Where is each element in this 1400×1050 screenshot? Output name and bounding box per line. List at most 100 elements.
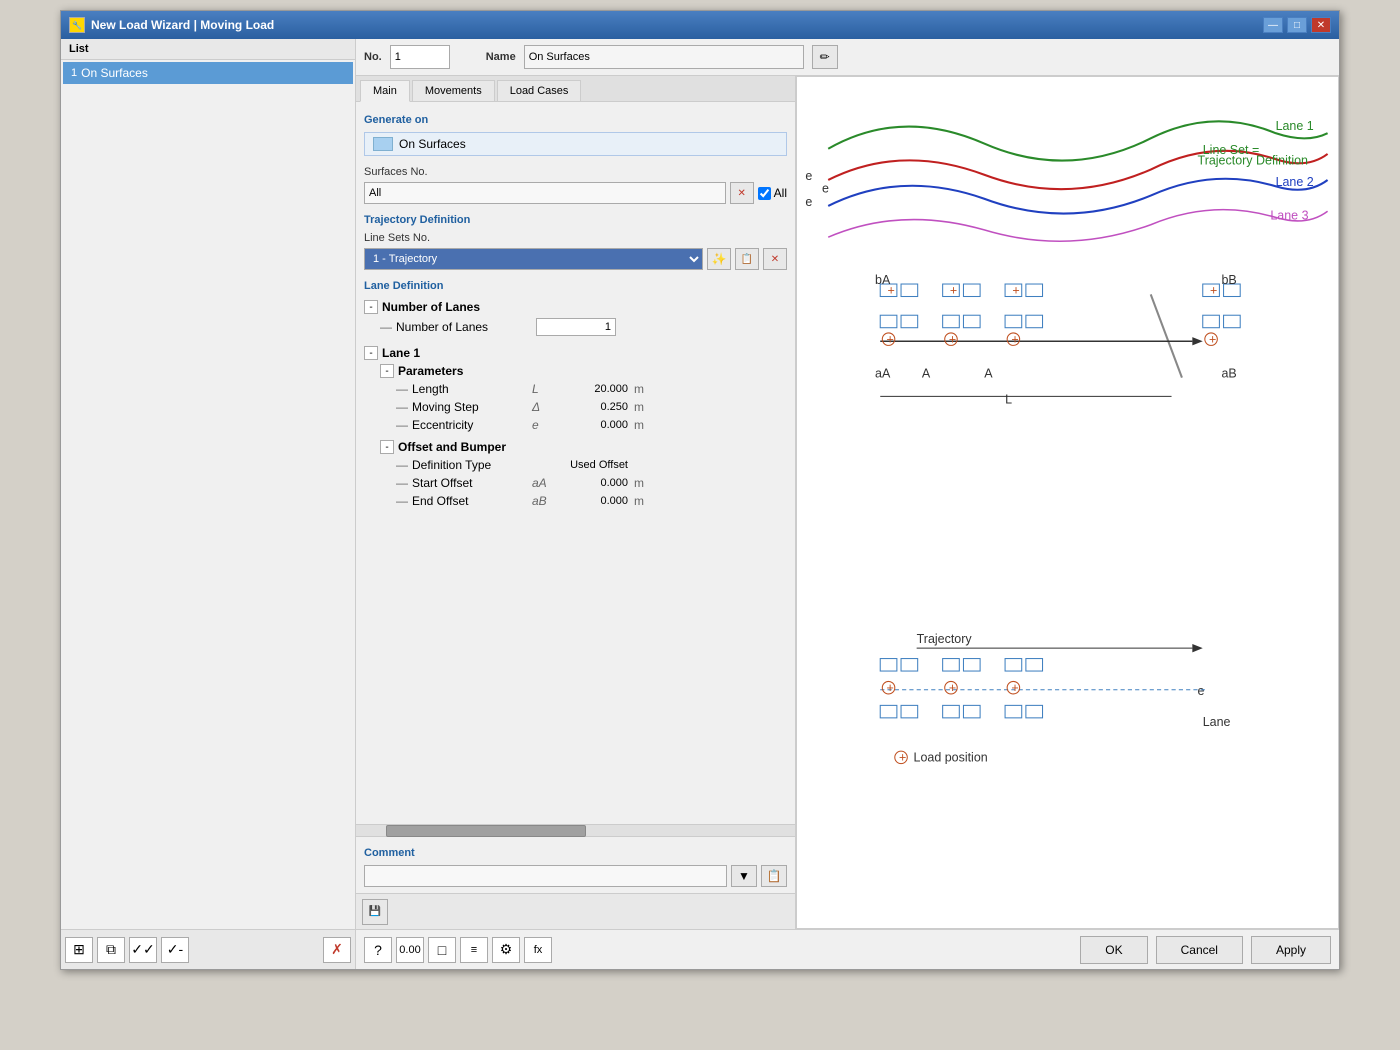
svg-text:aA: aA bbox=[875, 367, 891, 381]
dialog-buttons: OK Cancel Apply bbox=[1080, 936, 1331, 964]
param-step-name: Moving Step bbox=[412, 400, 532, 414]
form-save-btn[interactable]: 💾 bbox=[362, 899, 388, 925]
edit-name-button[interactable]: ✏ bbox=[812, 45, 838, 69]
minimize-button[interactable]: — bbox=[1263, 17, 1283, 33]
lane1-label: Lane 1 bbox=[382, 346, 420, 360]
apply-button[interactable]: Apply bbox=[1251, 936, 1331, 964]
number-lanes-children: — Number of Lanes bbox=[364, 316, 787, 338]
tab-load-cases[interactable]: Load Cases bbox=[497, 80, 582, 101]
start-offset-row: — Start Offset aA 0.000 m bbox=[396, 474, 787, 492]
ok-button[interactable]: OK bbox=[1080, 936, 1147, 964]
close-button[interactable]: ✕ bbox=[1311, 17, 1331, 33]
trajectory-title: Trajectory Definition bbox=[364, 214, 787, 226]
tab-main[interactable]: Main bbox=[360, 80, 410, 102]
scrollbar-thumb[interactable] bbox=[386, 825, 586, 837]
param-step-unit: m bbox=[634, 400, 644, 414]
def-type-name: Definition Type bbox=[412, 458, 532, 472]
bottom-bar: ? 0.00 □ ≡ ⚙ fx OK Cancel Apply bbox=[356, 929, 1339, 969]
duplicate-button[interactable]: ⧉ bbox=[97, 937, 125, 963]
diagram-area: Lane 1 Line Set = Trajectory Definition … bbox=[796, 76, 1339, 929]
all-label: All bbox=[774, 186, 787, 200]
num-lanes-input[interactable] bbox=[536, 318, 616, 336]
surfaces-label: Surfaces No. bbox=[364, 166, 787, 178]
param-ecc-sym: e bbox=[532, 418, 552, 432]
comment-input[interactable] bbox=[364, 865, 727, 887]
left-panel: List 1 On Surfaces ⊞ ⧉ ✓✓ ✓- ✗ bbox=[61, 39, 356, 969]
maximize-button[interactable]: □ bbox=[1287, 17, 1307, 33]
param-length-sym: L bbox=[532, 382, 552, 396]
svg-text:e: e bbox=[805, 169, 812, 183]
end-offset-row: — End Offset aB 0.000 m bbox=[396, 492, 787, 510]
surfaces-input[interactable] bbox=[364, 182, 726, 204]
end-offset-val: 0.000 bbox=[552, 495, 632, 507]
svg-text:Load position: Load position bbox=[914, 751, 988, 765]
comment-copy-btn[interactable]: 📋 bbox=[761, 865, 787, 887]
linesets-add-button[interactable]: ✨ bbox=[707, 248, 731, 270]
number-lanes-expand[interactable]: - bbox=[364, 300, 378, 314]
params-label: Parameters bbox=[398, 364, 463, 378]
svg-text:bA: bA bbox=[875, 273, 891, 287]
add-button[interactable]: ⊞ bbox=[65, 937, 93, 963]
tab-movements[interactable]: Movements bbox=[412, 80, 495, 101]
horizontal-scrollbar[interactable] bbox=[356, 824, 795, 836]
all-checkbox[interactable] bbox=[758, 187, 771, 200]
name-label: Name bbox=[486, 51, 516, 63]
svg-text:Lane: Lane bbox=[1203, 715, 1231, 729]
view-button[interactable]: □ bbox=[428, 937, 456, 963]
svg-text:L: L bbox=[1005, 393, 1012, 407]
no-input[interactable] bbox=[390, 45, 450, 69]
def-type-row: — Definition Type Used Offset bbox=[396, 456, 787, 474]
param-ecc-val: 0.000 bbox=[552, 419, 632, 431]
linesets-select[interactable]: 1 - Trajectory bbox=[364, 248, 703, 270]
params-header: - Parameters bbox=[380, 362, 787, 380]
svg-text:+: + bbox=[950, 283, 957, 297]
window-title: New Load Wizard | Moving Load bbox=[91, 18, 274, 32]
form-bottom-bar: 💾 bbox=[356, 893, 795, 929]
uncheck-button[interactable]: ✓- bbox=[161, 937, 189, 963]
lane1-expand[interactable]: - bbox=[364, 346, 378, 360]
linesets-edit-button[interactable]: 📋 bbox=[735, 248, 759, 270]
help-button[interactable]: ? bbox=[364, 937, 392, 963]
check-all-button[interactable]: ✓✓ bbox=[129, 937, 157, 963]
params-expand[interactable]: - bbox=[380, 364, 394, 378]
svg-text:Lane 2: Lane 2 bbox=[1276, 175, 1314, 189]
offset-expand[interactable]: - bbox=[380, 440, 394, 454]
left-toolbar: ⊞ ⧉ ✓✓ ✓- ✗ bbox=[61, 929, 355, 969]
svg-text:+: + bbox=[949, 681, 956, 695]
table-button[interactable]: ≡ bbox=[460, 937, 488, 963]
calc-button[interactable]: 0.00 bbox=[396, 937, 424, 963]
content-area: Main Movements Load Cases Generate on On… bbox=[356, 76, 1339, 929]
list-item[interactable]: 1 On Surfaces bbox=[63, 62, 353, 84]
start-offset-sym: aA bbox=[532, 476, 552, 490]
start-offset-unit: m bbox=[634, 476, 644, 490]
window-controls[interactable]: — □ ✕ bbox=[1263, 17, 1331, 33]
main-content: List 1 On Surfaces ⊞ ⧉ ✓✓ ✓- ✗ No. bbox=[61, 39, 1339, 969]
linesets-clear-button[interactable]: ✕ bbox=[763, 248, 787, 270]
comment-title: Comment bbox=[364, 847, 787, 859]
lane1-header: - Lane 1 bbox=[364, 344, 787, 362]
app-icon: 🔧 bbox=[69, 17, 85, 33]
comment-dropdown-btn[interactable]: ▼ bbox=[731, 865, 757, 887]
name-input[interactable] bbox=[524, 45, 804, 69]
list-item-label: On Surfaces bbox=[81, 66, 148, 80]
formula-button[interactable]: fx bbox=[524, 937, 552, 963]
offset-children: — Definition Type Used Offset — bbox=[380, 456, 787, 510]
param-ecc-unit: m bbox=[634, 418, 644, 432]
param-length-row: — Length L 20.000 m bbox=[396, 380, 787, 398]
param-ecc-row: — Eccentricity e 0.000 m bbox=[396, 416, 787, 434]
svg-text:bB: bB bbox=[1221, 273, 1236, 287]
surfaces-clear-button[interactable]: ✕ bbox=[730, 182, 754, 204]
cancel-button[interactable]: Cancel bbox=[1156, 936, 1243, 964]
param-step-row: — Moving Step Δ 0.250 m bbox=[396, 398, 787, 416]
param-length-unit: m bbox=[634, 382, 644, 396]
end-offset-name: End Offset bbox=[412, 494, 532, 508]
settings-button[interactable]: ⚙ bbox=[492, 937, 520, 963]
svg-text:A: A bbox=[984, 367, 993, 381]
svg-text:+: + bbox=[1011, 681, 1018, 695]
form-area: Main Movements Load Cases Generate on On… bbox=[356, 76, 796, 929]
titlebar: 🔧 New Load Wizard | Moving Load — □ ✕ bbox=[61, 11, 1339, 39]
delete-button[interactable]: ✗ bbox=[323, 937, 351, 963]
svg-text:e: e bbox=[1198, 684, 1205, 698]
form-body: Generate on On Surfaces Surfaces No. ✕ bbox=[356, 102, 795, 824]
svg-text:A: A bbox=[922, 367, 931, 381]
